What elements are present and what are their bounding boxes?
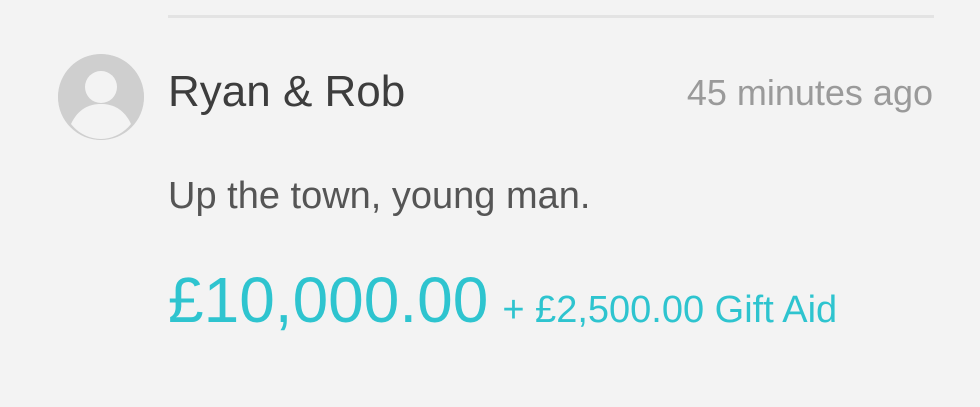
donation-timestamp: 45 minutes ago [686, 72, 933, 113]
top-divider [168, 15, 934, 18]
donation-message: Up the town, young man. [168, 175, 591, 217]
donation-amount-row: £10,000.00 + £2,500.00 Gift Aid [168, 262, 837, 342]
gift-aid-amount: + £2,500.00 Gift Aid [502, 289, 838, 331]
donor-name: Ryan & Rob [168, 67, 406, 116]
default-user-avatar-icon [58, 54, 144, 140]
donation-amount: £10,000.00 [168, 264, 489, 336]
